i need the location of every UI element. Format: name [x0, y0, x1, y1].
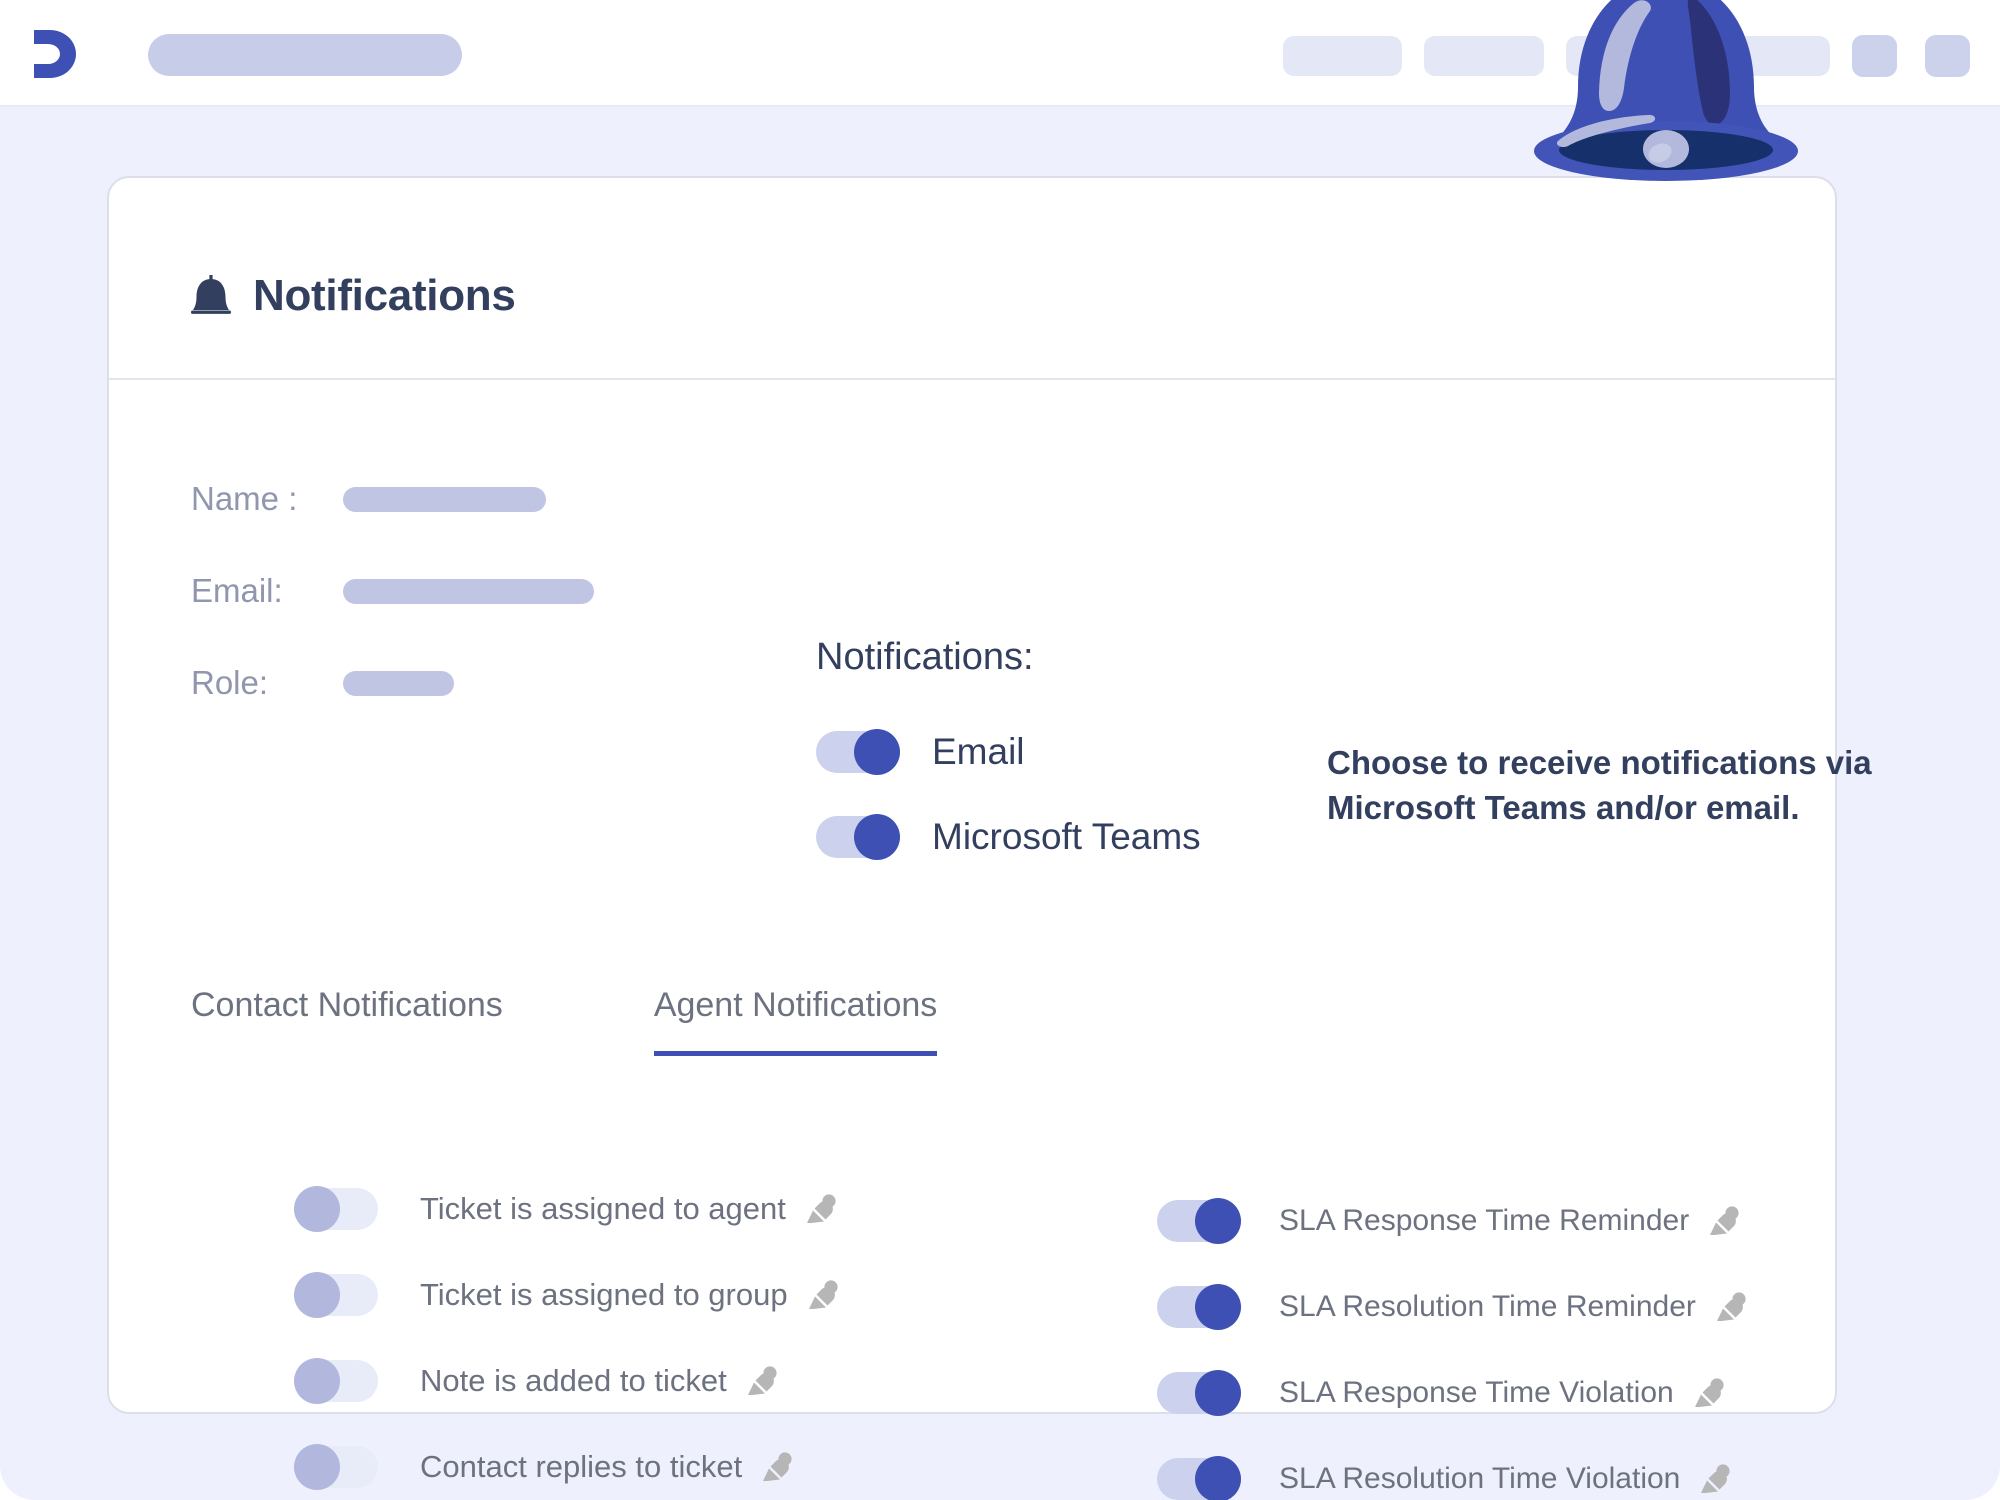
- toggle-microsoft-teams[interactable]: [816, 813, 900, 860]
- notification-row: Note is added to ticket: [294, 1338, 840, 1424]
- profile-row-name: Name :: [191, 453, 621, 545]
- profile-label-role: Role:: [191, 664, 269, 701]
- tab-agent-notifications[interactable]: Agent Notifications: [653, 986, 938, 1056]
- toggle-knob: [294, 1444, 340, 1490]
- profile-value-name-placeholder: [343, 486, 546, 512]
- toggle-knob: [1195, 1370, 1241, 1416]
- notification-row: Contact replies to ticket: [294, 1424, 840, 1500]
- bell-icon: [191, 275, 231, 314]
- nav-item-placeholder-3[interactable]: [1566, 36, 1690, 76]
- agent-notifications-left-column: Ticket is assigned to agent Ticket is as…: [294, 1166, 840, 1500]
- toggle-ticket-assigned-to-agent[interactable]: [294, 1186, 378, 1232]
- notification-label: Ticket is assigned to agent: [420, 1191, 786, 1226]
- pencil-icon[interactable]: [1698, 1462, 1732, 1496]
- search-input-placeholder[interactable]: [148, 34, 462, 76]
- pencil-icon[interactable]: [806, 1278, 840, 1312]
- toggle-knob: [1195, 1198, 1241, 1244]
- channel-row-email: Email: [816, 709, 1201, 794]
- profile-row-email: Email:: [191, 545, 621, 637]
- top-nav-items: [1283, 35, 1970, 77]
- nav-item-placeholder-2[interactable]: [1424, 36, 1544, 76]
- toggle-knob: [294, 1272, 340, 1318]
- notification-label: SLA Response Time Reminder: [1279, 1204, 1690, 1237]
- nav-item-placeholder-4[interactable]: [1712, 36, 1830, 76]
- pencil-icon[interactable]: [1707, 1204, 1741, 1238]
- toggle-knob: [1195, 1284, 1241, 1330]
- notifications-description: Choose to receive notifications via Micr…: [1327, 744, 1872, 827]
- pencil-icon[interactable]: [1714, 1290, 1748, 1324]
- channel-label-microsoft-teams: Microsoft Teams: [932, 815, 1201, 857]
- notification-label: Ticket is assigned to group: [420, 1277, 788, 1312]
- toggle-knob: [854, 728, 900, 775]
- pencil-icon[interactable]: [745, 1364, 779, 1398]
- card-header: Notifications: [109, 178, 1835, 380]
- toggle-sla-response-time-violation[interactable]: [1157, 1370, 1241, 1416]
- nav-icon-placeholder-1[interactable]: [1852, 35, 1897, 77]
- notification-tabs: Contact Notifications Agent Notification…: [191, 986, 938, 1056]
- pencil-icon[interactable]: [760, 1450, 794, 1484]
- toggle-sla-response-time-reminder[interactable]: [1157, 1198, 1241, 1244]
- profile-row-role: Role:: [191, 637, 621, 729]
- toggle-sla-resolution-time-reminder[interactable]: [1157, 1284, 1241, 1330]
- notifications-heading: Notifications:: [816, 636, 1034, 678]
- toggle-ticket-assigned-to-group[interactable]: [294, 1272, 378, 1318]
- pencil-icon[interactable]: [804, 1192, 838, 1226]
- notification-label: Contact replies to ticket: [420, 1449, 743, 1484]
- notification-label: SLA Resolution Time Violation: [1279, 1462, 1681, 1495]
- agent-notifications-right-column: SLA Response Time Reminder SLA Resolutio…: [1157, 1178, 1748, 1500]
- toggle-contact-replies-to-ticket[interactable]: [294, 1444, 378, 1490]
- notification-label: Note is added to ticket: [420, 1363, 727, 1398]
- browser-window: Notifications Name : Email: Role: Notifi…: [0, 0, 2000, 1500]
- nav-icon-placeholder-2[interactable]: [1925, 35, 1970, 77]
- notification-label: SLA Response Time Violation: [1279, 1376, 1674, 1409]
- pencil-icon[interactable]: [1692, 1376, 1726, 1410]
- notification-row: SLA Resolution Time Reminder: [1157, 1264, 1748, 1350]
- nav-item-placeholder-1[interactable]: [1283, 36, 1402, 76]
- profile-summary: Name : Email: Role:: [191, 453, 621, 729]
- page-title: Notifications: [253, 271, 516, 320]
- app-top-bar: [0, 0, 2000, 107]
- profile-label-email: Email:: [191, 572, 283, 609]
- toggle-knob: [294, 1186, 340, 1232]
- notification-channels-block: Notifications: Email Microsoft Teams: [816, 636, 1201, 879]
- notification-row: Ticket is assigned to group: [294, 1252, 840, 1338]
- toggle-sla-resolution-time-violation[interactable]: [1157, 1456, 1241, 1500]
- profile-value-email-placeholder: [343, 578, 594, 604]
- channel-label-email: Email: [932, 730, 1025, 772]
- tab-contact-notifications[interactable]: Contact Notifications: [191, 986, 503, 1056]
- notification-row: Ticket is assigned to agent: [294, 1166, 840, 1252]
- toggle-knob: [854, 813, 900, 860]
- notification-row: SLA Resolution Time Violation: [1157, 1436, 1748, 1500]
- toggle-email[interactable]: [816, 728, 900, 775]
- company-d-logo-icon[interactable]: [24, 26, 84, 82]
- page-title-row: Notifications: [191, 271, 516, 321]
- notification-row: SLA Response Time Violation: [1157, 1350, 1748, 1436]
- notifications-card: Notifications Name : Email: Role: Notifi…: [107, 176, 1872, 1500]
- toggle-knob: [294, 1358, 340, 1404]
- profile-label-name: Name :: [191, 480, 298, 517]
- notification-label: SLA Resolution Time Reminder: [1279, 1290, 1696, 1323]
- channel-row-microsoft-teams: Microsoft Teams: [816, 794, 1201, 879]
- toggle-note-added-to-ticket[interactable]: [294, 1358, 378, 1404]
- profile-value-role-placeholder: [343, 670, 454, 696]
- notification-row: SLA Response Time Reminder: [1157, 1178, 1748, 1264]
- toggle-knob: [1195, 1456, 1241, 1500]
